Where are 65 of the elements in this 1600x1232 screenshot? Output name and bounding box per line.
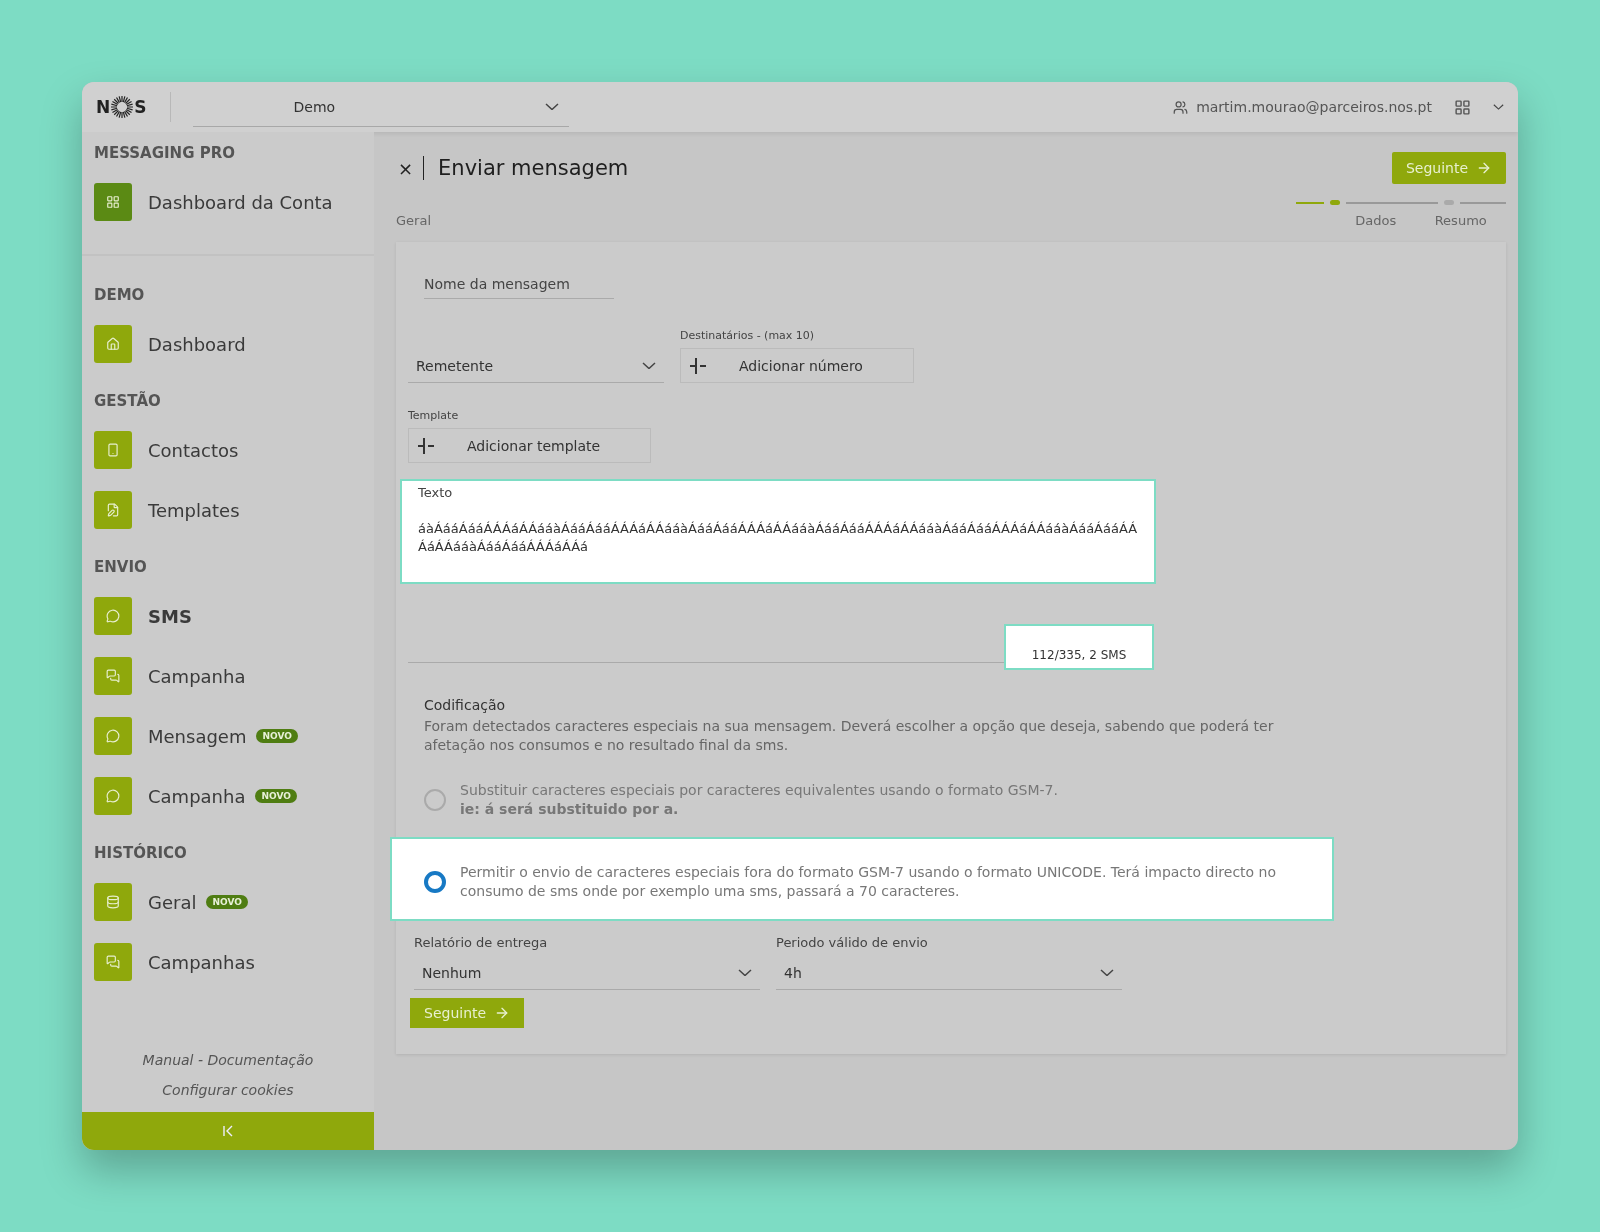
account-select[interactable]: Demo — [193, 87, 570, 127]
arrow-right-icon — [1476, 160, 1492, 176]
chat-bubble-icon — [94, 717, 132, 755]
field-label: Template — [408, 409, 460, 422]
nav-item[interactable]: Campanha — [94, 766, 246, 826]
field-label: Periodo válido de envio — [776, 935, 929, 950]
chat-bubble-icon — [94, 777, 132, 815]
home-icon — [94, 325, 132, 363]
grid-icon — [94, 183, 132, 221]
user-icon — [1173, 99, 1189, 115]
section-title: GESTÃO — [94, 392, 162, 410]
chevron-down-icon — [1100, 968, 1114, 977]
section-title: HISTÓRICO — [94, 844, 188, 862]
new-badge: NOVO — [256, 729, 298, 743]
option-text: Permitir o envio de caracteres especiais fora do formato GSM-7 usando o formato UNICODE. Terá impacto directo no consumo de sms onde por exemplo uma sms, passará a 70 caracteres. — [460, 863, 1278, 901]
character-counter: 112/335, 2 SMS — [1004, 624, 1154, 670]
step-label: Resumo — [1434, 213, 1487, 228]
new-badge: NOVO — [206, 895, 248, 909]
nav-item[interactable]: Campanhas — [94, 932, 255, 992]
logo: N S — [96, 92, 172, 122]
new-badge: NOVO — [255, 789, 297, 803]
field-label: Destinatários - (max 10) — [680, 329, 816, 342]
database-icon — [94, 883, 132, 921]
chevron-down-icon — [642, 361, 656, 370]
collapse-icon — [222, 1125, 234, 1137]
field-label: Relatório de entrega — [414, 935, 549, 950]
chevron-down-icon[interactable] — [1493, 104, 1504, 110]
nav-item[interactable]: Dashboard — [94, 314, 246, 374]
nav-item[interactable]: Contactos — [94, 420, 239, 480]
name-field[interactable]: Nome da mensagem — [424, 270, 614, 299]
description: Foram detectados caracteres especiais na sua mensagem. Deverá escolher a opção que deseja, sabendo que poderá ter afetação nos consumos e no resultado final da sms. — [424, 717, 1275, 755]
nav-item[interactable]: Dashboard da Conta — [94, 172, 333, 232]
page-title: Enviar mensagem — [423, 156, 629, 180]
edit-icon — [94, 491, 132, 529]
chevron-down-icon — [738, 968, 752, 977]
chevron-down-icon — [545, 102, 560, 111]
nav-item[interactable]: Geral — [94, 872, 197, 932]
add-number-button[interactable]: Adicionar número — [680, 348, 914, 383]
user-email: martim.mourao@parceiros.nos.pt — [1196, 99, 1432, 115]
sender-select[interactable]: Remetente — [408, 349, 664, 383]
dropdown[interactable]: Nenhum — [414, 956, 760, 990]
radio-button[interactable] — [424, 789, 446, 811]
add-template-button[interactable]: Adicionar template — [408, 428, 652, 463]
option-text: Substituir caracteres especiais por caracteres equivalentes usando o formato GSM-7. ie: á será substituido por a. — [460, 781, 1058, 819]
breadcrumb: Geral — [396, 213, 431, 228]
nav-item[interactable]: Campanha — [94, 646, 246, 706]
footer-link[interactable]: Manual - Documentação — [142, 1052, 314, 1068]
radio-button[interactable] — [424, 871, 446, 893]
chat-bubbles-icon — [94, 943, 132, 981]
chat-bubbles-icon — [94, 657, 132, 695]
section-title: ENVIO — [94, 558, 148, 576]
phone-icon — [94, 431, 132, 469]
message-text-area[interactable]: Texto áàÁááÁááÁÁÁáÁÁááàÁááÁááÁÁÁáÁÁááàÁááÁááÁÁÁáÁÁááàÁááÁááÁÁÁáÁÁááàÁááÁááÁÁÁáÁÁááàÁááÁááÁÁÁáÁÁááàÁááÁááÁÁÁáÁÁá — [400, 479, 1156, 584]
dropdown[interactable]: 4h — [776, 956, 1122, 990]
nav-item[interactable]: Mensagem — [94, 706, 247, 766]
grid-icon[interactable] — [1454, 98, 1471, 116]
chat-bubble-icon — [94, 597, 132, 635]
footer-link[interactable]: Configurar cookies — [162, 1082, 294, 1098]
section-title: DEMO — [94, 286, 146, 304]
section-title: MESSAGING PRO — [94, 144, 236, 162]
nav-item[interactable]: SMS — [94, 586, 192, 646]
nav-item[interactable]: Templates — [94, 480, 240, 540]
section-title: Codificação — [424, 697, 507, 713]
step-label: Dados — [1355, 213, 1397, 228]
close-button[interactable]: × — [396, 157, 424, 179]
